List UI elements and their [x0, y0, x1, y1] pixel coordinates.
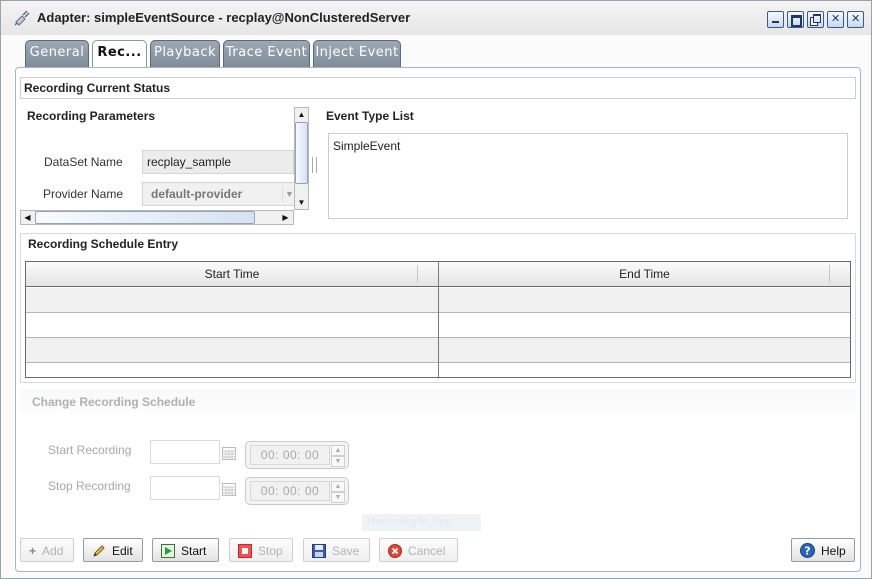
add-button-label: Add — [42, 543, 64, 558]
column-start-time[interactable]: Start Time — [26, 262, 438, 287]
tab-recording[interactable]: Rec... — [92, 40, 147, 68]
stop-recording-date-input[interactable] — [150, 476, 220, 500]
save-button[interactable]: Save — [303, 538, 370, 562]
help-button-label: Help — [821, 543, 846, 558]
start-recording-date-input[interactable] — [150, 440, 220, 464]
time-up-icon[interactable]: ▲ — [331, 445, 345, 456]
edit-button[interactable]: Edit — [83, 538, 143, 562]
tab-playback[interactable]: Playback — [150, 40, 220, 67]
time-up-icon[interactable]: ▲ — [331, 481, 345, 492]
stop-icon — [238, 543, 252, 558]
stop-recording-label: Stop Recording — [48, 479, 131, 493]
event-type-list-header: Event Type List — [326, 109, 414, 123]
start-button-label: Start — [181, 543, 207, 558]
provider-name-select[interactable]: default-provider ▼ — [142, 182, 299, 206]
ghost-label: Recording/in Sep — [362, 514, 481, 531]
horizontal-scroll-thumb[interactable] — [35, 211, 255, 224]
scroll-down-icon[interactable]: ▼ — [295, 196, 308, 209]
ghost-label-text: Recording/in Sep — [367, 516, 452, 528]
calendar-icon[interactable] — [222, 483, 236, 496]
tab-inject-event[interactable]: Inject Event — [313, 40, 401, 67]
dataset-name-field[interactable]: recplay_sample — [142, 150, 294, 174]
start-button[interactable]: Start — [152, 538, 219, 562]
column-end-time[interactable]: End Time — [439, 262, 850, 287]
parameters-horizontal-scrollbar[interactable]: ◀ ▶ — [20, 210, 294, 225]
calendar-icon[interactable] — [222, 447, 236, 460]
stop-button[interactable]: Stop — [229, 538, 293, 562]
save-button-label: Save — [332, 543, 360, 558]
start-recording-time[interactable]: 00: 00: 00 ▲ ▼ — [245, 441, 349, 469]
stop-recording-time[interactable]: 00: 00: 00 ▲ ▼ — [245, 477, 349, 505]
recording-status-header: Recording Current Status — [24, 81, 171, 95]
start-time-value[interactable]: 00: 00: 00 — [250, 445, 330, 465]
cancel-button-label: Cancel — [408, 543, 446, 558]
plus-icon: + — [29, 543, 37, 558]
scroll-right-icon[interactable]: ▶ — [279, 211, 292, 224]
parameters-vertical-scrollbar[interactable]: ▲ ▼ — [294, 107, 309, 210]
play-icon — [161, 543, 175, 558]
stop-button-label: Stop — [258, 543, 283, 558]
schedule-header: Recording Schedule Entry — [28, 237, 179, 251]
close-panel-button[interactable] — [827, 11, 844, 28]
provider-name-value: default-provider — [151, 187, 243, 201]
maximize-button[interactable] — [787, 11, 804, 28]
close-window-button[interactable] — [847, 11, 864, 28]
pencil-icon — [93, 545, 105, 557]
restore-button[interactable] — [807, 11, 824, 28]
window-title: Adapter: simpleEventSource - recplay@Non… — [37, 10, 411, 25]
vertical-scroll-thumb[interactable] — [295, 122, 308, 184]
help-icon: ? — [800, 543, 815, 559]
cancel-button[interactable]: Cancel — [379, 538, 458, 562]
dataset-name-label: DataSet Name — [44, 155, 123, 169]
cancel-icon — [388, 543, 402, 558]
start-recording-label: Start Recording — [48, 443, 132, 457]
stop-time-value[interactable]: 00: 00: 00 — [250, 481, 330, 501]
tab-trace-event[interactable]: Trace Event — [223, 40, 310, 67]
scroll-up-icon[interactable]: ▲ — [295, 108, 308, 121]
scroll-left-icon[interactable]: ◀ — [21, 211, 34, 224]
floppy-disk-icon — [312, 543, 326, 558]
minimize-button[interactable] — [767, 11, 784, 28]
provider-name-label: Provider Name — [43, 187, 124, 201]
adapter-window: Adapter: simpleEventSource - recplay@Non… — [0, 0, 872, 579]
event-type-item[interactable]: SimpleEvent — [333, 139, 400, 153]
time-down-icon[interactable]: ▼ — [331, 492, 345, 503]
svg-text:?: ? — [804, 545, 810, 558]
splitter-handle[interactable] — [312, 157, 317, 173]
tab-general[interactable]: General — [25, 40, 89, 67]
add-button[interactable]: + Add — [20, 538, 74, 562]
change-schedule-header: Change Recording Schedule — [32, 395, 196, 409]
schedule-table: Start Time End Time — [25, 261, 851, 378]
title-bar: Adapter: simpleEventSource - recplay@Non… — [1, 1, 871, 35]
time-down-icon[interactable]: ▼ — [331, 456, 345, 467]
event-type-list[interactable]: SimpleEvent — [328, 133, 848, 219]
help-button[interactable]: ? Help — [791, 538, 855, 562]
recording-parameters-header: Recording Parameters — [27, 109, 156, 123]
column-divider — [438, 262, 439, 377]
edit-button-label: Edit — [112, 543, 133, 558]
adapter-plug-icon — [14, 10, 30, 26]
